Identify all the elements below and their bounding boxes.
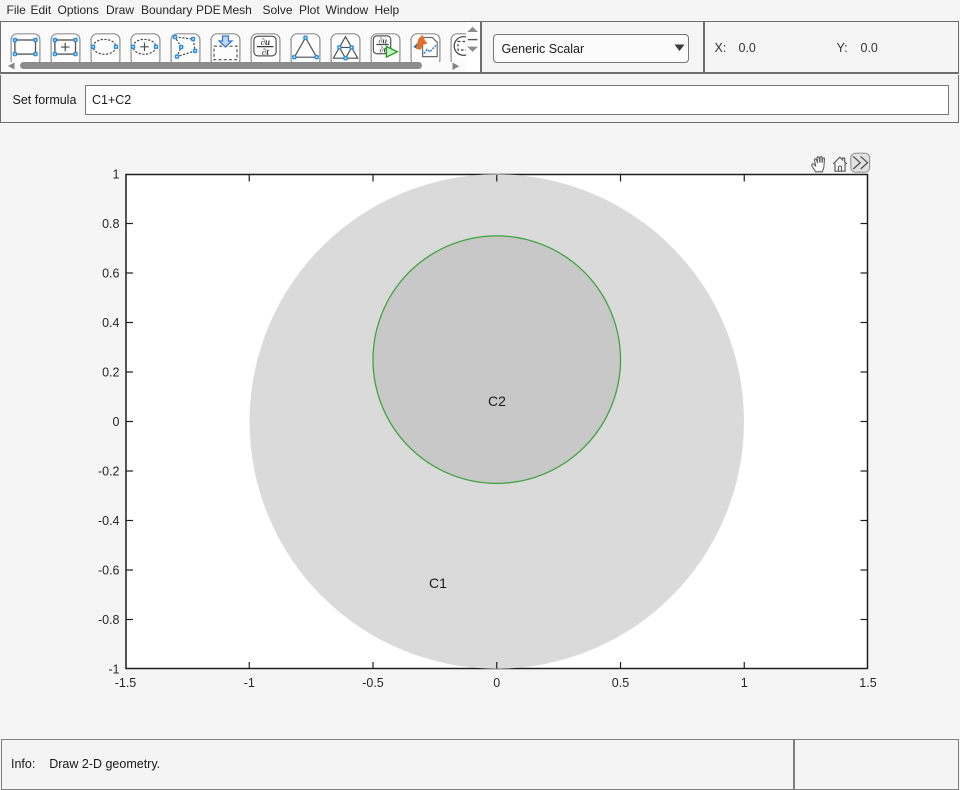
svg-text:0: 0 [493,676,500,690]
svg-text:0.2: 0.2 [102,366,119,380]
svg-text:1.5: 1.5 [859,676,876,690]
svg-text:-1.5: -1.5 [115,676,137,690]
svg-text:-0.6: -0.6 [98,564,120,578]
svg-text:0.6: 0.6 [102,267,119,281]
svg-text:C1: C1 [429,575,447,591]
svg-text:0.8: 0.8 [102,217,119,231]
svg-text:-0.2: -0.2 [98,465,120,479]
svg-text:-0.5: -0.5 [362,676,384,690]
svg-text:1: 1 [113,168,120,182]
svg-text:-0.4: -0.4 [98,514,120,528]
svg-text:1: 1 [741,676,748,690]
svg-text:0: 0 [113,415,120,429]
svg-text:-1: -1 [108,663,119,677]
svg-text:0.4: 0.4 [102,316,119,330]
svg-text:-1: -1 [244,676,255,690]
svg-text:C2: C2 [488,393,506,409]
svg-text:0.5: 0.5 [612,676,629,690]
svg-text:-0.8: -0.8 [98,613,120,627]
